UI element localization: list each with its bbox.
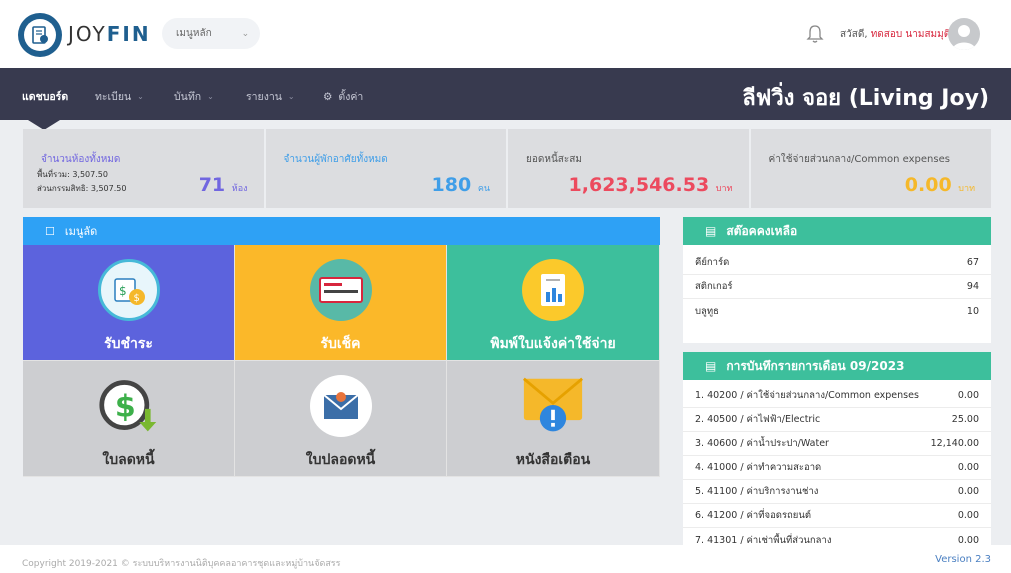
stat-sub-ownership: ส่วนกรรมสิทธิ: 3,507.50 bbox=[37, 184, 127, 193]
tile-receive-payment[interactable]: $ $ รับชำระ bbox=[23, 245, 235, 361]
footer: Copyright 2019-2021 © ระบบบริหารงานนิติบ… bbox=[0, 545, 1011, 573]
letter-icon bbox=[309, 375, 372, 437]
quick-menu-grid: $ $ รับชำระ รับเช็ค พิมพ์ใบแจ้งค่าใช้จ่าย… bbox=[23, 245, 660, 477]
stat-value: 0.00 บาท bbox=[904, 174, 975, 196]
stat-rooms: จำนวนห้องทั้งหมด พื้นที่รวม: 3,507.50 ส่… bbox=[23, 129, 264, 208]
chevron-down-icon: ⌄ bbox=[137, 92, 144, 101]
list-item: 3. 40600 / ค่าน้ำประปา/Water 12,140.00 bbox=[683, 432, 991, 456]
svg-text:$: $ bbox=[133, 293, 139, 304]
tile-label: รับเช็ค bbox=[320, 336, 361, 352]
chevron-down-icon: ⌄ bbox=[241, 28, 250, 39]
list-item: คีย์การ์ด 67 bbox=[683, 251, 991, 275]
stat-residents: จำนวนผู้พักอาศัยทั้งหมด 180 คน bbox=[265, 129, 506, 208]
version-text: Version 2.3 bbox=[935, 554, 991, 565]
tile-label: ใบลดหนี้ bbox=[102, 452, 155, 468]
copyright-text: Copyright 2019-2021 © ระบบบริหารงานนิติบ… bbox=[22, 559, 341, 569]
tile-credit-note[interactable]: $ ใบลดหนี้ bbox=[23, 361, 235, 477]
nav-dashboard[interactable]: แดชบอร์ด bbox=[22, 88, 68, 105]
nav-settings[interactable]: ⚙ ตั้งค่า bbox=[323, 88, 363, 105]
list-item: 1. 40200 / ค่าใช้จ่ายส่วนกลาง/Common exp… bbox=[683, 384, 991, 408]
stock-panel-header: ▤ สต๊อคคงเหลือ bbox=[683, 217, 991, 245]
quick-menu-title: เมนูลัด bbox=[64, 225, 98, 238]
user-greeting: สวัสดี, ทดสอบ นามสมมุติ bbox=[840, 29, 951, 40]
list-item: 5. 41100 / ค่าบริการงานช่าง 0.00 bbox=[683, 480, 991, 504]
stat-debt: ยอดหนี้สะสม 1,623,546.53 บาท bbox=[508, 129, 749, 208]
mail-alert-icon bbox=[522, 375, 584, 437]
stat-label: ค่าใช้จ่ายส่วนกลาง/Common expenses bbox=[768, 154, 950, 165]
chevron-down-icon: ⌄ bbox=[207, 92, 214, 101]
nav-registry[interactable]: ทะเบียน ⌄ bbox=[95, 88, 144, 105]
list-item: บลูทูธ 10 bbox=[695, 305, 979, 317]
svg-text:$: $ bbox=[119, 284, 127, 298]
tile-debt-clearance[interactable]: ใบปลอดหนี้ bbox=[235, 361, 447, 477]
tile-label: หนังสือเตือน bbox=[515, 452, 591, 468]
tile-label: รับชำระ bbox=[104, 336, 153, 352]
payment-icon: $ $ bbox=[97, 259, 160, 321]
stat-value: 1,623,546.53 บาท bbox=[568, 174, 733, 196]
stat-value: 180 คน bbox=[431, 174, 490, 196]
stat-sub-area: พื้นที่รวม: 3,507.50 bbox=[37, 170, 108, 179]
stat-value: 71 ห้อง bbox=[198, 174, 248, 196]
records-panel-header: ▤ การบันทึกรายการเดือน 09/2023 bbox=[683, 352, 991, 380]
invoice-icon bbox=[522, 259, 584, 321]
nav-report[interactable]: รายงาน ⌄ bbox=[246, 88, 295, 105]
records-panel-title: การบันทึกรายการเดือน 09/2023 bbox=[726, 358, 905, 373]
nav-record[interactable]: บันทึก ⌄ bbox=[174, 88, 214, 105]
list-item: สติกเกอร์ 94 bbox=[683, 275, 991, 299]
user-name[interactable]: ทดสอบ นามสมมุติ bbox=[871, 29, 951, 40]
stat-label: จำนวนห้องทั้งหมด bbox=[41, 154, 121, 165]
cheque-icon bbox=[309, 259, 372, 321]
stat-label: จำนวนผู้พักอาศัยทั้งหมด bbox=[283, 154, 388, 165]
bookmark-icon: ☐ bbox=[45, 224, 55, 238]
stats-row: จำนวนห้องทั้งหมด พื้นที่รวม: 3,507.50 ส่… bbox=[23, 129, 991, 208]
records-panel: ▤ การบันทึกรายการเดือน 09/2023 1. 40200 … bbox=[683, 352, 991, 545]
main-menu-select[interactable]: เมนูหลัก ⌄ bbox=[162, 18, 260, 49]
list-item: 7. 41301 / ค่าเช่าพื้นที่ส่วนกลาง 0.00 bbox=[695, 534, 979, 546]
svg-text:$: $ bbox=[114, 389, 135, 424]
stock-panel-title: สต๊อคคงเหลือ bbox=[726, 223, 798, 238]
tile-warning-letter[interactable]: หนังสือเตือน bbox=[447, 361, 660, 477]
tile-label: ใบปลอดหนี้ bbox=[305, 452, 376, 468]
newspaper-icon: ▤ bbox=[705, 359, 717, 373]
stat-label: ยอดหนี้สะสม bbox=[526, 154, 582, 165]
avatar[interactable] bbox=[948, 18, 980, 50]
brand-name: JOYFIN bbox=[68, 22, 151, 46]
tile-print-invoice[interactable]: พิมพ์ใบแจ้งค่าใช้จ่าย bbox=[447, 245, 660, 361]
newspaper-icon: ▤ bbox=[705, 224, 717, 238]
list-item: 2. 40500 / ค่าไฟฟ้า/Electric 25.00 bbox=[683, 408, 991, 432]
credit-note-icon: $ bbox=[98, 375, 160, 437]
list-item: 6. 41200 / ค่าที่จอดรถยนต์ 0.00 bbox=[683, 504, 991, 528]
chevron-down-icon: ⌄ bbox=[287, 92, 295, 101]
tile-receive-cheque[interactable]: รับเช็ค bbox=[235, 245, 447, 361]
main-menu-select-label: เมนูหลัก bbox=[176, 28, 212, 39]
quick-menu-header: ☐ เมนูลัด bbox=[23, 217, 660, 245]
gear-icon: ⚙ bbox=[323, 90, 333, 103]
tile-label: พิมพ์ใบแจ้งค่าใช้จ่าย bbox=[490, 336, 616, 352]
top-header: JOYFIN เมนูหลัก ⌄ สวัสดี, ทดสอบ นามสมมุต… bbox=[0, 0, 1011, 68]
list-item: 4. 41000 / ค่าทำความสะอาด 0.00 bbox=[683, 456, 991, 480]
stock-panel: ▤ สต๊อคคงเหลือ คีย์การ์ด 67 สติกเกอร์ 94 บ… bbox=[683, 217, 991, 343]
joyfin-logo-icon[interactable] bbox=[18, 13, 62, 57]
project-title: ลีฟวิ่ง จอย (Living Joy) bbox=[742, 86, 989, 111]
stat-common-expenses: ค่าใช้จ่ายส่วนกลาง/Common expenses 0.00 … bbox=[750, 129, 991, 208]
bell-icon[interactable] bbox=[806, 24, 824, 44]
